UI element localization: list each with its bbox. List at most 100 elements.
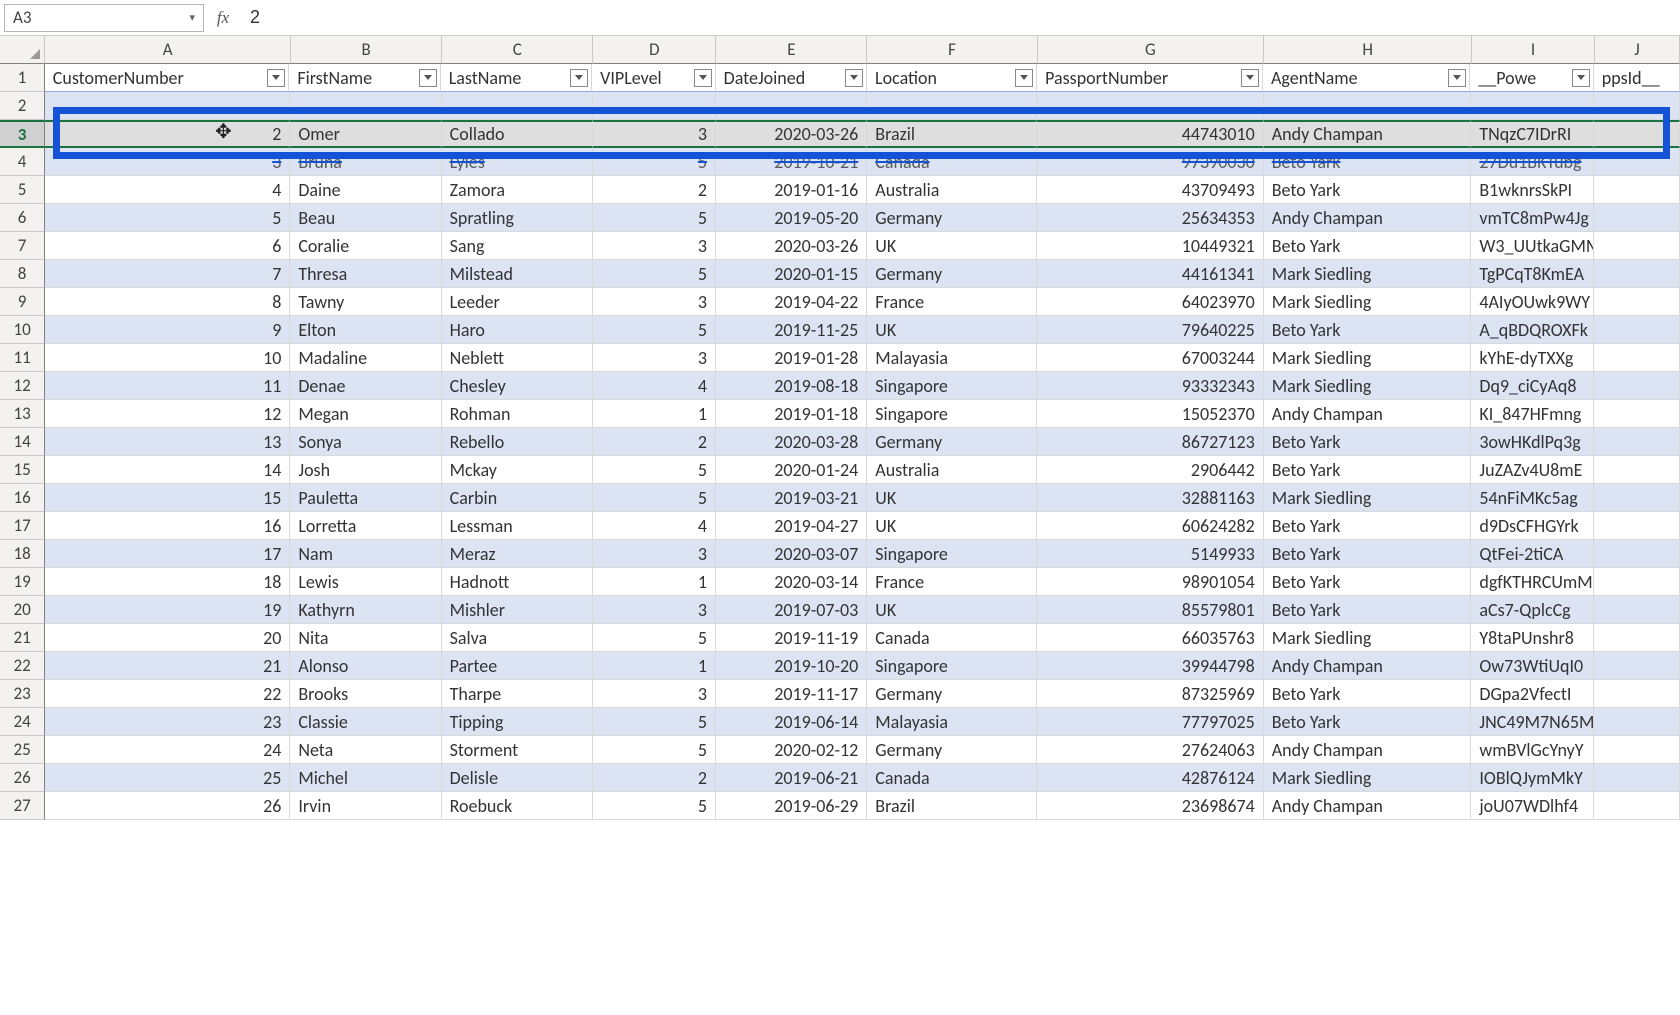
cell[interactable]: 5: [593, 624, 716, 652]
col-header-G[interactable]: G: [1038, 36, 1265, 64]
cell[interactable]: 2020-03-28: [716, 428, 867, 456]
filter-icon[interactable]: [570, 69, 588, 87]
formula-input[interactable]: [242, 4, 1676, 32]
cell[interactable]: Beto Yark: [1264, 708, 1472, 736]
cell[interactable]: 2020-03-07: [716, 540, 867, 568]
cell[interactable]: [1594, 568, 1680, 596]
row-header-12[interactable]: 12: [0, 372, 45, 400]
cell[interactable]: 21: [45, 652, 290, 680]
cell[interactable]: Partee: [442, 652, 593, 680]
cell[interactable]: [1594, 484, 1680, 512]
filter-icon[interactable]: [267, 69, 285, 87]
cell[interactable]: QtFei-2tiCA: [1471, 540, 1594, 568]
hdr-powerappsid-right[interactable]: ppsId__: [1594, 64, 1680, 92]
cell[interactable]: vmTC8mPw4Jg: [1471, 204, 1594, 232]
cell[interactable]: Salva: [442, 624, 593, 652]
hdr-agentname[interactable]: AgentName: [1263, 64, 1470, 92]
cell[interactable]: Daine: [290, 176, 441, 204]
cell[interactable]: JuZAZv4U8mE: [1471, 456, 1594, 484]
cell[interactable]: 2019-06-21: [716, 764, 867, 792]
row-header-23[interactable]: 23: [0, 680, 45, 708]
row-header-11[interactable]: 11: [0, 344, 45, 372]
cell[interactable]: 66035763: [1037, 624, 1263, 652]
row-header-4[interactable]: 4: [0, 148, 45, 176]
cell[interactable]: Coralie: [290, 232, 441, 260]
cell[interactable]: [1594, 540, 1680, 568]
cell[interactable]: Y8taPUnshr8: [1471, 624, 1594, 652]
cell[interactable]: UK: [867, 512, 1037, 540]
hdr-powerappsid-left[interactable]: __Powe: [1470, 64, 1593, 92]
hdr-viplevel[interactable]: VIPLevel: [592, 64, 715, 92]
cell[interactable]: 5149933: [1037, 540, 1263, 568]
cell[interactable]: Brazil: [867, 792, 1037, 820]
cell[interactable]: [1594, 708, 1680, 736]
hdr-location[interactable]: Location: [867, 64, 1037, 92]
cell[interactable]: 1: [593, 568, 716, 596]
hdr-customernumber[interactable]: CustomerNumber: [45, 64, 290, 92]
cell[interactable]: 93332343: [1037, 372, 1263, 400]
cell[interactable]: 14: [45, 456, 290, 484]
cell[interactable]: 27624063: [1037, 736, 1263, 764]
cell[interactable]: Thresa: [290, 260, 441, 288]
row-header-24[interactable]: 24: [0, 708, 45, 736]
cell[interactable]: 1: [593, 652, 716, 680]
cell[interactable]: 5: [45, 204, 290, 232]
cell[interactable]: 3: [593, 540, 716, 568]
cell[interactable]: 2020-01-15: [716, 260, 867, 288]
cell[interactable]: A_qBDQROXFk: [1471, 316, 1594, 344]
row-header-17[interactable]: 17: [0, 512, 45, 540]
cell[interactable]: Andy Champan: [1264, 204, 1472, 232]
cell[interactable]: 3: [593, 120, 716, 148]
cell[interactable]: Canada: [867, 148, 1037, 176]
cell[interactable]: Singapore: [867, 652, 1037, 680]
cell[interactable]: Beto Yark: [1264, 540, 1472, 568]
cell[interactable]: Mark Siedling: [1264, 624, 1472, 652]
cell[interactable]: dgfKTHRCUmM: [1471, 568, 1594, 596]
cell[interactable]: [1594, 316, 1680, 344]
cell[interactable]: 2019-11-25: [716, 316, 867, 344]
cell[interactable]: 2020-02-12: [716, 736, 867, 764]
cell[interactable]: TgPCqT8KmEA: [1471, 260, 1594, 288]
cell[interactable]: 26: [45, 792, 290, 820]
col-header-H[interactable]: H: [1264, 36, 1472, 64]
cell[interactable]: 2019-01-18: [716, 400, 867, 428]
filter-icon[interactable]: [1015, 69, 1033, 87]
cell[interactable]: Tipping: [442, 708, 593, 736]
cell[interactable]: [1594, 764, 1680, 792]
cell[interactable]: 2: [593, 428, 716, 456]
cell[interactable]: 42876124: [1037, 764, 1263, 792]
cell[interactable]: Neblett: [442, 344, 593, 372]
cell[interactable]: Beto Yark: [1264, 428, 1472, 456]
cell[interactable]: 22: [45, 680, 290, 708]
cell[interactable]: 2019-10-20: [716, 652, 867, 680]
cell[interactable]: Omer: [290, 120, 441, 148]
cell[interactable]: 12: [45, 400, 290, 428]
cell[interactable]: 4AIyOUwk9WY: [1471, 288, 1594, 316]
cell[interactable]: aCs7-QplcCg: [1471, 596, 1594, 624]
cell[interactable]: [1594, 624, 1680, 652]
col-header-C[interactable]: C: [442, 36, 593, 64]
row-header-1[interactable]: 1: [0, 64, 45, 92]
cell[interactable]: 5: [593, 204, 716, 232]
cell[interactable]: Delisle: [442, 764, 593, 792]
cell[interactable]: Rebello: [442, 428, 593, 456]
cell[interactable]: Mark Siedling: [1264, 288, 1472, 316]
cell[interactable]: Brooks: [290, 680, 441, 708]
cell[interactable]: Collado: [442, 120, 593, 148]
cell[interactable]: Canada: [867, 764, 1037, 792]
cell[interactable]: Brazil: [867, 120, 1037, 148]
cell[interactable]: Lyles: [442, 148, 593, 176]
cell[interactable]: Singapore: [867, 540, 1037, 568]
cell[interactable]: Hadnott: [442, 568, 593, 596]
cell[interactable]: Neta: [290, 736, 441, 764]
cell[interactable]: d9DsCFHGYrk: [1471, 512, 1594, 540]
cell[interactable]: Nam: [290, 540, 441, 568]
row-header-2[interactable]: 2: [0, 92, 45, 120]
cell[interactable]: 17: [45, 540, 290, 568]
filter-icon[interactable]: [419, 69, 437, 87]
cell[interactable]: 23698674: [1037, 792, 1263, 820]
cell[interactable]: [1594, 232, 1680, 260]
cell[interactable]: Bruna: [290, 148, 441, 176]
cell[interactable]: 3: [593, 596, 716, 624]
cell[interactable]: 18: [45, 568, 290, 596]
